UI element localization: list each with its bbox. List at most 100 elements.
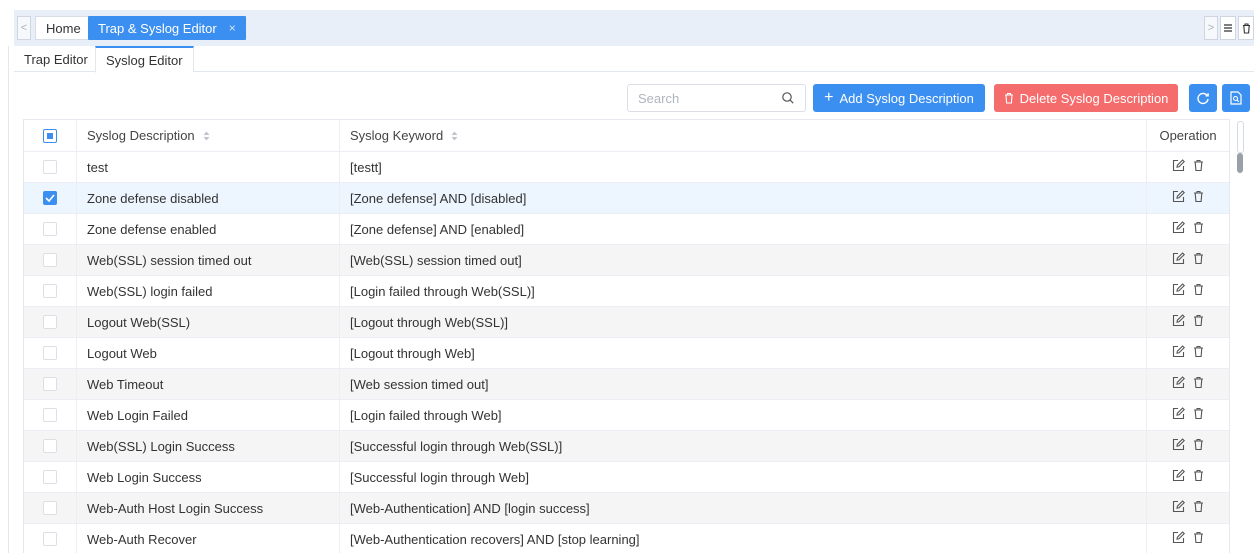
close-icon[interactable]: × (229, 21, 236, 35)
syslog-keyword-cell: [testt] (340, 152, 1147, 182)
close-all-tabs-icon[interactable] (1238, 16, 1254, 40)
edit-icon[interactable] (1172, 500, 1185, 516)
tab-home[interactable]: Home (35, 16, 92, 40)
syslog-description-cell: Web(SSL) login failed (77, 276, 340, 306)
delete-icon[interactable] (1193, 221, 1204, 237)
table-row[interactable]: Web(SSL) session timed out [Web(SSL) sess… (24, 245, 1229, 276)
edit-icon[interactable] (1172, 469, 1185, 485)
delete-icon[interactable] (1193, 314, 1204, 330)
add-syslog-description-button[interactable]: + Add Syslog Description (813, 84, 985, 112)
row-checkbox[interactable] (43, 532, 57, 546)
row-checkbox[interactable] (43, 284, 57, 298)
syslog-description-cell: test (77, 152, 340, 182)
edit-icon[interactable] (1172, 283, 1185, 299)
sort-icon[interactable] (203, 131, 210, 141)
trash-icon (1004, 92, 1013, 104)
edit-icon[interactable] (1172, 221, 1185, 237)
export-button[interactable] (1222, 84, 1250, 112)
delete-icon[interactable] (1193, 283, 1204, 299)
edit-icon[interactable] (1172, 345, 1185, 361)
edit-icon[interactable] (1172, 314, 1185, 330)
search-icon[interactable] (781, 91, 795, 105)
tab-trap-editor[interactable]: Trap Editor (14, 46, 98, 72)
row-checkbox[interactable] (43, 191, 57, 205)
header-description[interactable]: Syslog Description (77, 120, 340, 151)
sort-icon[interactable] (451, 131, 458, 141)
syslog-description-cell: Web-Auth Host Login Success (77, 493, 340, 523)
tab-trap-syslog-editor[interactable]: Trap & Syslog Editor × (88, 16, 246, 40)
syslog-description-cell: Web-Auth Recover (77, 524, 340, 553)
table-row[interactable]: Web(SSL) login failed [Login failed throu… (24, 276, 1229, 307)
table-row[interactable]: Web(SSL) Login Success [Successful login … (24, 431, 1229, 462)
edit-icon[interactable] (1172, 531, 1185, 547)
table-row[interactable]: Web-Auth Host Login Success [Web-Authenti… (24, 493, 1229, 524)
edit-icon[interactable] (1172, 159, 1185, 175)
row-checkbox-cell (24, 493, 77, 523)
row-checkbox-cell (24, 338, 77, 368)
delete-icon[interactable] (1193, 469, 1204, 485)
row-checkbox[interactable] (43, 346, 57, 360)
search-input[interactable] (638, 85, 778, 111)
syslog-description-cell: Web Login Success (77, 462, 340, 492)
table-row[interactable]: Web Login Success [Successful login throu… (24, 462, 1229, 493)
edit-icon[interactable] (1172, 190, 1185, 206)
tab-label: Trap & Syslog Editor (98, 20, 217, 36)
row-checkbox[interactable] (43, 470, 57, 484)
delete-icon[interactable] (1193, 407, 1204, 423)
header-description-label: Syslog Description (87, 128, 195, 143)
operation-cell (1147, 214, 1229, 244)
row-checkbox[interactable] (43, 377, 57, 391)
row-checkbox-cell (24, 369, 77, 399)
syslog-description-cell: Web Timeout (77, 369, 340, 399)
syslog-keyword-cell: [Logout through Web] (340, 338, 1147, 368)
row-checkbox[interactable] (43, 315, 57, 329)
page-left-border (8, 46, 9, 553)
delete-icon[interactable] (1193, 252, 1204, 268)
row-checkbox[interactable] (43, 408, 57, 422)
table-row[interactable]: Logout Web(SSL) [Logout through Web(SSL)] (24, 307, 1229, 338)
tabs-scroll-left-button[interactable]: < (17, 16, 31, 40)
row-checkbox[interactable] (43, 222, 57, 236)
refresh-button[interactable] (1189, 84, 1217, 112)
edit-icon[interactable] (1172, 376, 1185, 392)
delete-icon[interactable] (1193, 438, 1204, 454)
table-row[interactable]: Logout Web [Logout through Web] (24, 338, 1229, 369)
syslog-description-cell: Zone defense disabled (77, 183, 340, 213)
header-keyword-label: Syslog Keyword (350, 128, 444, 143)
row-checkbox[interactable] (43, 253, 57, 267)
row-checkbox[interactable] (43, 501, 57, 515)
tabs-scroll-right-button[interactable]: > (1204, 16, 1218, 40)
edit-icon[interactable] (1172, 252, 1185, 268)
scrollbar-thumb[interactable] (1237, 153, 1243, 173)
table-row[interactable]: Web Timeout [Web session timed out] (24, 369, 1229, 400)
select-all-checkbox[interactable] (43, 128, 57, 143)
header-keyword[interactable]: Syslog Keyword (340, 120, 1147, 151)
menu-icon[interactable] (1220, 16, 1236, 40)
delete-icon[interactable] (1193, 190, 1204, 206)
table-row[interactable]: Zone defense enabled [Zone defense] AND [… (24, 214, 1229, 245)
syslog-description-cell: Logout Web (77, 338, 340, 368)
row-checkbox[interactable] (43, 160, 57, 174)
header-operation-label: Operation (1159, 128, 1217, 143)
operation-cell (1147, 400, 1229, 430)
operation-cell (1147, 462, 1229, 492)
tab-syslog-editor[interactable]: Syslog Editor (95, 46, 194, 73)
row-checkbox[interactable] (43, 439, 57, 453)
scrollbar-track[interactable] (1237, 121, 1244, 153)
delete-icon[interactable] (1193, 531, 1204, 547)
syslog-description-cell: Web Login Failed (77, 400, 340, 430)
delete-syslog-description-button[interactable]: Delete Syslog Description (994, 84, 1178, 112)
table-row[interactable]: Web Login Failed [Login failed through We… (24, 400, 1229, 431)
operation-cell (1147, 152, 1229, 182)
table-row[interactable]: test [testt] (24, 152, 1229, 183)
delete-icon[interactable] (1193, 500, 1204, 516)
delete-icon[interactable] (1193, 345, 1204, 361)
table-row[interactable]: Zone defense disabled [Zone defense] AND … (24, 183, 1229, 214)
delete-icon[interactable] (1193, 376, 1204, 392)
table-row[interactable]: Web-Auth Recover [Web-Authentication reco… (24, 524, 1229, 553)
edit-icon[interactable] (1172, 407, 1185, 423)
header-checkbox-cell (24, 120, 77, 151)
tab-strip: < Home Trap & Syslog Editor × > (14, 10, 1254, 46)
edit-icon[interactable] (1172, 438, 1185, 454)
delete-icon[interactable] (1193, 159, 1204, 175)
